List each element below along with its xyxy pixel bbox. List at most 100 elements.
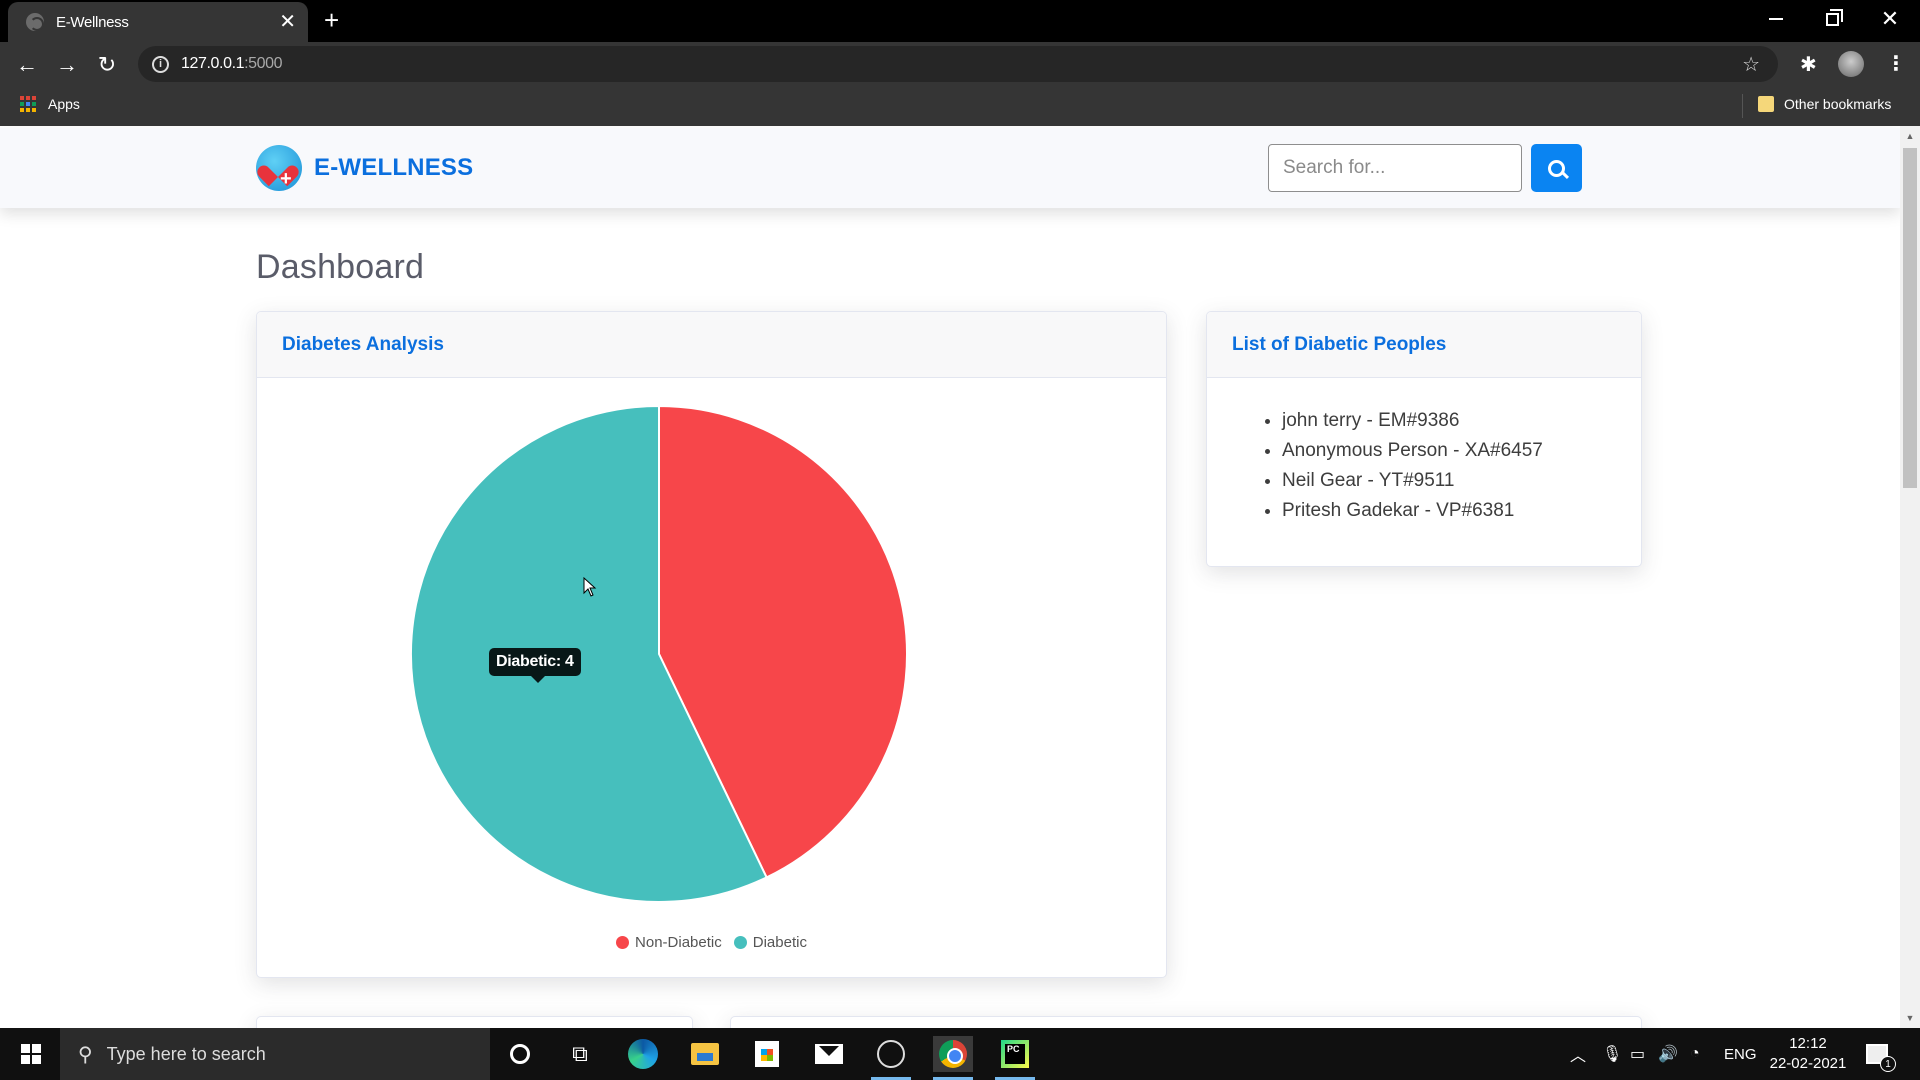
pie-chart-area: Diabetic: 4 Non-Diabetic Diabetic xyxy=(257,378,1166,977)
mail-envelope-icon xyxy=(815,1044,843,1064)
card-partial xyxy=(256,1016,693,1028)
bookmark-star-icon[interactable]: ☆ xyxy=(1742,52,1760,77)
bookmark-apps[interactable]: Apps xyxy=(20,96,80,112)
browser-menu-icon[interactable]: ⋮ xyxy=(1886,50,1906,78)
system-clock[interactable]: 12:12 22-02-2021 xyxy=(1768,1028,1848,1080)
tab-title: E-Wellness xyxy=(56,13,129,31)
clock-time: 12:12 xyxy=(1789,1035,1827,1052)
file-explorer-taskbar-button[interactable] xyxy=(685,1036,725,1072)
address-bar[interactable]: i 127.0.0.1:5000 ☆ xyxy=(138,46,1778,82)
diabetes-analysis-card: Diabetes Analysis Diabetic: 4 Non-Diabet… xyxy=(256,311,1167,978)
battery-icon[interactable]: ▭ xyxy=(1630,1028,1645,1080)
card-partial xyxy=(730,1016,1642,1028)
browser-tab-strip: E-Wellness ✕ + ✕ xyxy=(0,0,1920,42)
search-button[interactable] xyxy=(1531,144,1582,192)
profile-avatar[interactable] xyxy=(1838,51,1864,77)
url-host: 127.0.0.1 xyxy=(181,55,245,72)
card-header: List of Diabetic Peoples xyxy=(1207,312,1641,378)
pycharm-icon: PC xyxy=(1001,1040,1029,1068)
page-scrollbar[interactable]: ▲ ▼ xyxy=(1900,126,1920,1028)
chrome-taskbar-button[interactable] xyxy=(933,1036,973,1080)
cortana-icon xyxy=(510,1044,530,1064)
close-tab-icon[interactable]: ✕ xyxy=(279,12,296,32)
diabetic-person-item: john terry - EM#9386 xyxy=(1282,406,1641,436)
bookmark-other-label: Other bookmarks xyxy=(1784,96,1892,112)
bookmarks-bar: Apps Other bookmarks xyxy=(0,86,1920,126)
windows-logo-icon xyxy=(21,1044,41,1064)
card-title: Diabetes Analysis xyxy=(282,333,444,355)
search-input[interactable] xyxy=(1268,144,1522,192)
chart-tooltip: Diabetic: 4 xyxy=(489,648,581,683)
legend-swatch xyxy=(616,936,630,949)
browser-tab[interactable]: E-Wellness ✕ xyxy=(8,2,308,42)
top-navbar: + E-WELLNESS xyxy=(0,128,1900,208)
action-center-button[interactable]: 1 xyxy=(1866,1028,1896,1080)
microphone-icon[interactable]: 🎙 xyxy=(1602,1028,1622,1080)
legend-item[interactable]: Diabetic xyxy=(733,934,807,951)
diabetic-people-list: john terry - EM#9386Anonymous Person - X… xyxy=(1207,378,1641,526)
card-header: Diabetes Analysis xyxy=(257,312,1166,378)
heart-plus-logo-icon: + xyxy=(256,145,302,191)
diabetic-person-item: Neil Gear - YT#9511 xyxy=(1282,466,1641,496)
obs-icon xyxy=(877,1040,905,1068)
pie-chart xyxy=(410,404,908,903)
folder-icon xyxy=(691,1043,719,1065)
page-title: Dashboard xyxy=(256,248,425,286)
close-window-button[interactable]: ✕ xyxy=(1862,0,1918,38)
show-hidden-icons-chevron-icon[interactable]: ︿ xyxy=(1570,1028,1586,1080)
diabetic-people-card: List of Diabetic Peoples john terry - EM… xyxy=(1206,311,1642,567)
legend-label: Non-Diabetic xyxy=(635,934,722,951)
brand-name: E-WELLNESS xyxy=(314,154,474,181)
web-page: + E-WELLNESS Dashboard Diabetes Analysis… xyxy=(0,126,1900,1028)
bookmark-other[interactable]: Other bookmarks xyxy=(1758,96,1891,112)
bookmark-apps-label: Apps xyxy=(48,96,80,112)
input-language[interactable]: ENG xyxy=(1724,1028,1757,1080)
extensions-puzzle-icon[interactable]: ✱ xyxy=(1800,52,1817,77)
globe-icon xyxy=(26,13,44,31)
forward-button[interactable]: → xyxy=(52,50,82,80)
folder-icon xyxy=(1758,96,1774,112)
obs-taskbar-button[interactable] xyxy=(871,1036,911,1080)
start-button[interactable] xyxy=(8,1028,54,1080)
edge-icon xyxy=(628,1039,658,1069)
edge-taskbar-button[interactable] xyxy=(623,1036,663,1072)
brand-link[interactable]: + E-WELLNESS xyxy=(256,145,473,191)
apps-grid-icon xyxy=(20,96,36,112)
notification-icon: 1 xyxy=(1866,1044,1896,1072)
store-taskbar-button[interactable] xyxy=(747,1036,787,1072)
scrollbar-thumb[interactable] xyxy=(1903,148,1917,488)
taskbar-search[interactable]: ⚲ Type here to search xyxy=(60,1028,490,1080)
wifi-icon[interactable]: ◔ xyxy=(1690,1028,1700,1080)
restore-icon xyxy=(1825,8,1843,26)
chrome-icon xyxy=(939,1040,967,1068)
pycharm-taskbar-button[interactable]: PC xyxy=(995,1036,1035,1080)
back-button[interactable]: ← xyxy=(12,50,42,80)
minimize-window-button[interactable] xyxy=(1748,0,1804,38)
legend-swatch xyxy=(733,936,747,949)
scroll-down-arrow-icon[interactable]: ▼ xyxy=(1900,1010,1920,1026)
search-icon: ⚲ xyxy=(78,1043,93,1066)
cortana-button[interactable] xyxy=(500,1036,540,1072)
legend-item[interactable]: Non-Diabetic xyxy=(616,934,722,951)
diabetic-person-item: Anonymous Person - XA#6457 xyxy=(1282,436,1641,466)
new-tab-button[interactable]: + xyxy=(324,6,339,34)
browser-toolbar: ← → ↻ i 127.0.0.1:5000 ☆ ✱ ⋮ xyxy=(0,42,1920,86)
minimize-icon xyxy=(1769,18,1783,20)
restore-window-button[interactable] xyxy=(1804,0,1860,38)
clock-date: 22-02-2021 xyxy=(1769,1055,1847,1072)
task-view-icon: ⧉ xyxy=(572,1041,588,1066)
windows-taskbar: ⚲ Type here to search ⧉ PC ︿ 🎙 ▭ 🔊 ◔ ENG… xyxy=(0,1028,1920,1080)
bookmarks-divider xyxy=(1742,94,1743,118)
legend-label: Diabetic xyxy=(752,934,807,951)
taskbar-search-placeholder: Type here to search xyxy=(106,1043,266,1064)
chart-legend: Non-Diabetic Diabetic xyxy=(257,934,1166,951)
reload-button[interactable]: ↻ xyxy=(92,50,122,80)
notification-count-badge: 1 xyxy=(1880,1056,1896,1072)
site-info-icon[interactable]: i xyxy=(152,55,169,73)
scroll-up-arrow-icon[interactable]: ▲ xyxy=(1900,128,1920,144)
mail-taskbar-button[interactable] xyxy=(809,1036,849,1072)
task-view-button[interactable]: ⧉ xyxy=(560,1036,600,1072)
card-title: List of Diabetic Peoples xyxy=(1232,333,1447,355)
search-icon xyxy=(1548,159,1565,177)
volume-icon[interactable]: 🔊 xyxy=(1658,1028,1678,1080)
